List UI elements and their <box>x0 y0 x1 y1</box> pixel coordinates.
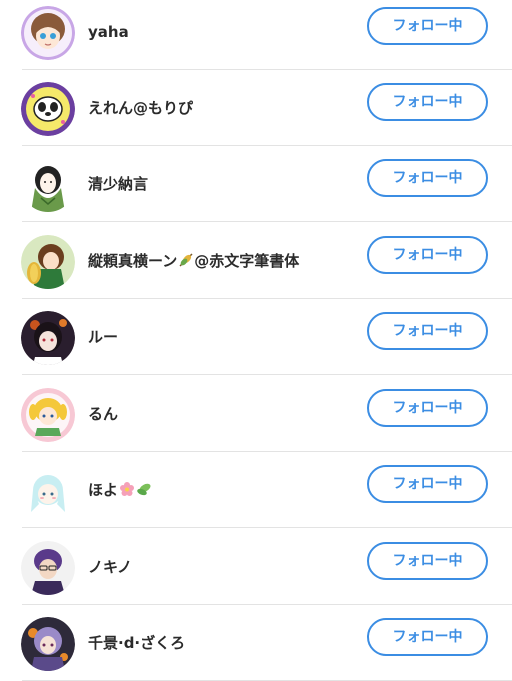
user-name-text: ルー <box>88 328 119 346</box>
following-button[interactable]: フォロー中 <box>367 618 488 656</box>
user-name[interactable]: 千景·d·ざくろ <box>88 631 185 655</box>
divider <box>22 221 512 222</box>
user-row[interactable]: 千景·d·ざくろ フォロー中 <box>0 605 512 681</box>
cherry-blossom-icon <box>120 482 135 496</box>
avatar[interactable] <box>21 6 75 60</box>
user-name-suffix: @赤文字筆書体 <box>194 252 300 270</box>
leaf-icon <box>137 483 151 496</box>
following-button[interactable]: フォロー中 <box>367 83 488 121</box>
user-row[interactable]: 清少納言 フォロー中 <box>0 146 512 222</box>
user-name-text: ほよ <box>88 481 119 499</box>
following-button[interactable]: フォロー中 <box>367 7 488 45</box>
leaf-fan-icon <box>179 253 193 267</box>
user-name-text: ノキノ <box>88 558 132 576</box>
user-name-text: 清少納言 <box>88 175 149 193</box>
avatar[interactable] <box>21 541 75 595</box>
user-row[interactable]: ルー フォロー中 <box>0 299 512 375</box>
user-row[interactable]: ノキノ フォロー中 <box>0 529 512 605</box>
avatar[interactable] <box>21 464 75 518</box>
user-name-text: 縦頼真横ーン <box>88 252 178 270</box>
following-list: yaha フォロー中 えれん@もりぴ フォロー中 清少納言 フォロー中 縦頼真横… <box>0 0 512 681</box>
user-row[interactable]: yaha フォロー中 <box>0 0 512 70</box>
avatar[interactable] <box>21 388 75 442</box>
user-row[interactable]: えれん@もりぴ フォロー中 <box>0 70 512 146</box>
avatar[interactable] <box>21 158 75 212</box>
following-button[interactable]: フォロー中 <box>367 236 488 274</box>
user-name[interactable]: ほよ <box>88 478 152 502</box>
user-name-text: るん <box>88 405 119 423</box>
avatar[interactable] <box>21 82 75 136</box>
divider <box>22 374 512 375</box>
user-name[interactable]: ノキノ <box>88 555 132 579</box>
user-name-text: 千景·d·ざくろ <box>88 634 186 652</box>
user-name[interactable]: 縦頼真横ーン @赤文字筆書体 <box>88 249 299 273</box>
user-name[interactable]: 清少納言 <box>88 172 148 196</box>
user-name[interactable]: ルー <box>88 325 118 349</box>
user-row[interactable]: るん フォロー中 <box>0 376 512 452</box>
user-name[interactable]: るん <box>88 402 118 426</box>
following-button[interactable]: フォロー中 <box>367 312 488 350</box>
user-name[interactable]: yaha <box>88 20 129 44</box>
avatar[interactable] <box>21 311 75 365</box>
avatar[interactable] <box>21 235 75 289</box>
following-button[interactable]: フォロー中 <box>367 389 488 427</box>
user-name-text: yaha <box>88 23 129 41</box>
divider <box>22 527 512 528</box>
user-name-text: えれん@もりぴ <box>88 99 194 117</box>
avatar[interactable] <box>21 617 75 671</box>
user-name[interactable]: えれん@もりぴ <box>88 96 193 120</box>
user-row[interactable]: 縦頼真横ーン @赤文字筆書体 フォロー中 <box>0 223 512 299</box>
following-button[interactable]: フォロー中 <box>367 159 488 197</box>
following-button[interactable]: フォロー中 <box>367 465 488 503</box>
user-row[interactable]: ほよ フォロー中 <box>0 452 512 528</box>
following-button[interactable]: フォロー中 <box>367 542 488 580</box>
